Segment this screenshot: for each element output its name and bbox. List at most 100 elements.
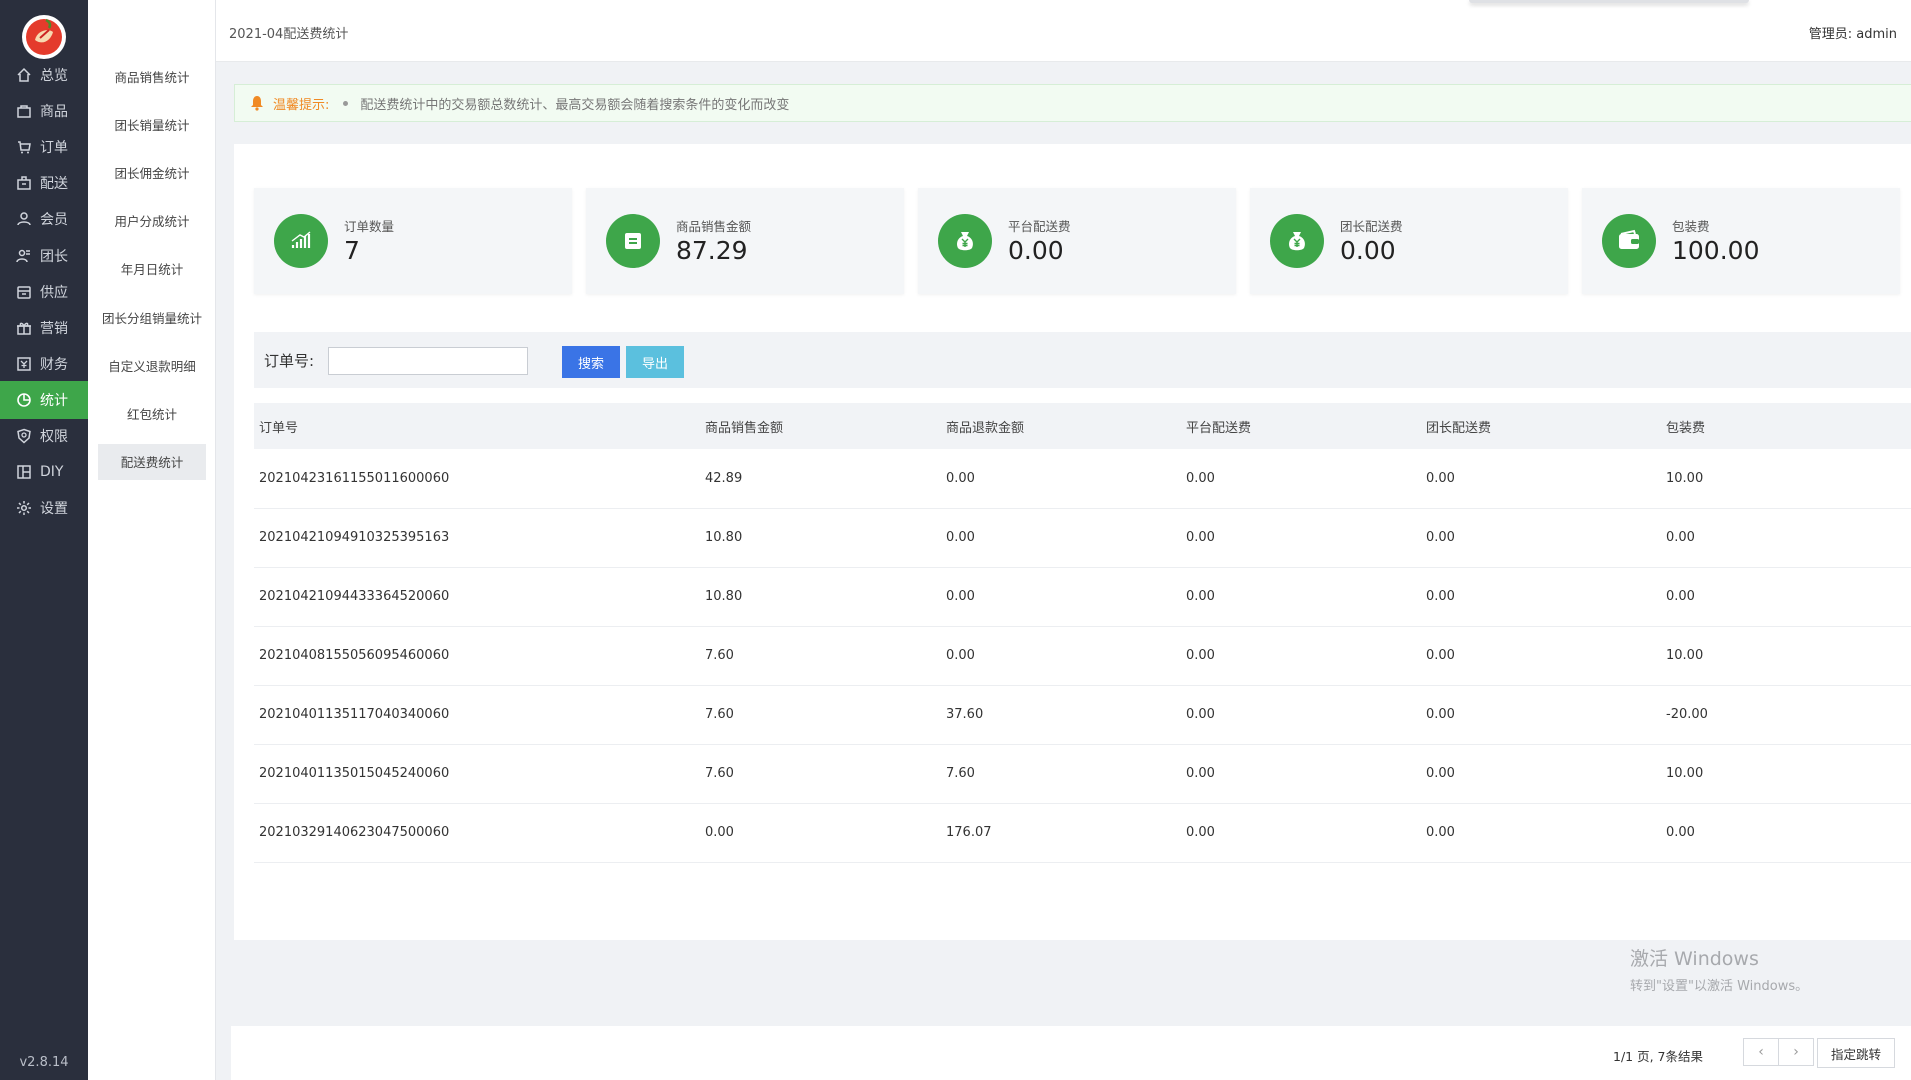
subnav-item-2[interactable]: 团长佣金统计 [98, 154, 206, 190]
bullet-icon [343, 100, 349, 106]
table-row: 20210423161155011600060 42.89 0.00 0.00 0.00… [254, 449, 1911, 508]
jump-to-page-button[interactable]: 指定跳转 [1817, 1038, 1895, 1068]
nav-item-8[interactable]: 财务 [0, 345, 88, 383]
stat-value: 0.00 [1008, 236, 1064, 265]
table-cell: 0.00 [1186, 707, 1215, 722]
stat-title: 商品销售金额 [676, 219, 752, 234]
bell-icon [249, 95, 265, 111]
table-cell: 10.00 [1666, 648, 1704, 663]
stat-title: 团长配送费 [1340, 219, 1403, 234]
nav-item-7[interactable]: 营销 [0, 309, 88, 347]
table-cell: 20210401135117040340060 [259, 707, 450, 722]
chart-icon [16, 392, 32, 408]
export-button[interactable]: 导出 [626, 346, 684, 378]
nav-item-6[interactable]: 供应 [0, 273, 88, 311]
nav-item-label: 权限 [40, 429, 68, 445]
nav-item-0[interactable]: 总览 [0, 56, 88, 94]
table-cell: 0.00 [946, 470, 975, 486]
nav-item-10[interactable]: 权限 [0, 417, 88, 455]
stats-subnav: 商品销售统计 团长销量统计 团长佣金统计 用户分成统计 年月日统计团长分组销量统计 自定义… [88, 0, 216, 1080]
table-cell: 0.00 [1186, 530, 1215, 545]
nav-item-9[interactable]: 统计 [0, 380, 88, 419]
table-cell: 10.00 [1666, 766, 1704, 781]
table-cell: 20210401135015045240060 [259, 766, 450, 781]
home-icon [16, 67, 32, 83]
next-page-button[interactable]: › [1778, 1038, 1814, 1066]
column-header: 平台配送费 [1186, 420, 1252, 436]
table-cell: 0.00 [1426, 589, 1455, 604]
stat-value: 100.00 [1672, 236, 1760, 265]
table-cell: 0.00 [1186, 766, 1215, 781]
stat-card: 团长配送费 0.00 [1250, 188, 1568, 294]
nav-item-label: 财务 [40, 356, 68, 373]
cart-icon [16, 139, 32, 155]
nav-item-12[interactable]: 设置 [0, 489, 88, 527]
table-cell: 10.80 [705, 530, 743, 545]
table-header-row: 订单号 商品销售金额 商品退款金额 平台配送费 团长配送费 包装费 [254, 403, 1911, 449]
subnav-item-4[interactable]: 年月日统计 [98, 251, 206, 287]
subnav-item-8[interactable]: 配送费统计 [98, 443, 206, 480]
table-row: 20210401135117040340060 7.60 37.60 0.00 0.00… [254, 685, 1911, 744]
prev-page-button[interactable]: ‹ [1743, 1038, 1779, 1066]
table-cell: 7.60 [705, 766, 734, 781]
money-bag-icon [938, 214, 992, 268]
table-cell: -20.00 [1666, 707, 1708, 722]
order-number-input[interactable] [328, 347, 528, 375]
table-cell: 176.07 [946, 825, 992, 840]
column-header: 商品退款金额 [946, 420, 1025, 436]
nav-item-4[interactable]: 会员 [0, 200, 88, 238]
nav-item-label: 订单 [40, 140, 68, 157]
nav-item-2[interactable]: 订单 [0, 128, 88, 166]
stat-card: 平台配送费 0.00 [918, 188, 1236, 294]
main-panel: 订单数量 7 商品销售金额 87.29 平台配送费 0.00 团长配送费 0.00 包装费 100… [234, 144, 1911, 940]
tip-message: 配送费统计中的交易额总数统计、最高交易额会随着搜索条件的变化而改变 [360, 97, 790, 113]
nav-item-11[interactable]: DIY [0, 453, 88, 491]
column-header: 包装费 [1666, 420, 1706, 436]
subnav-item-6[interactable]: 自定义退款明细 [98, 347, 206, 383]
column-header: 团长配送费 [1426, 420, 1492, 436]
table-cell: 0.00 [1666, 589, 1695, 604]
money-bag-icon [1270, 214, 1324, 268]
app-logo[interactable] [21, 14, 67, 60]
subnav-item-5[interactable]: 团长分组销量统计 [98, 299, 206, 335]
search-button[interactable]: 搜索 [562, 346, 620, 378]
table-row: 20210408155056095460060 7.60 0.00 0.00 0.00 1… [254, 626, 1911, 685]
table-row: 20210329140623047500060 0.00 176.07 0.00 0.0… [254, 803, 1911, 862]
table-cell: 20210423161155011600060 [259, 470, 450, 486]
stat-value: 87.29 [676, 236, 748, 265]
nav-item-1[interactable]: 商品 [0, 92, 88, 130]
table-cell: 0.00 [946, 530, 975, 545]
nav-item-label: 供应 [40, 284, 68, 301]
stat-title: 包装费 [1672, 219, 1710, 234]
stat-title: 订单数量 [344, 219, 395, 234]
table-cell: 0.00 [1186, 825, 1215, 840]
top-header: 2021-04配送费统计 管理员: admin [216, 0, 1911, 62]
nav-item-5[interactable]: 团长 [0, 237, 88, 275]
stat-title: 平台配送费 [1008, 219, 1071, 234]
subnav-item-0[interactable]: 商品销售统计 [98, 58, 206, 94]
subnav-item-7[interactable]: 红包统计 [98, 395, 206, 431]
subnav-item-1[interactable]: 团长销量统计 [98, 106, 206, 142]
table-cell: 7.60 [946, 766, 975, 781]
admin-user-label[interactable]: 管理员: admin [1809, 23, 1897, 42]
nav-item-label: 总览 [40, 68, 68, 84]
search-bar: 订单号: 搜索 导出 [254, 332, 1911, 388]
gift-icon [16, 320, 32, 336]
table-row: 20210401135015045240060 7.60 7.60 0.00 0.00 1… [254, 744, 1911, 803]
nav-item-label: 商品 [40, 104, 68, 121]
table-cell: 7.60 [705, 707, 734, 722]
table-cell: 0.00 [1186, 470, 1215, 486]
table-cell: 0.00 [946, 589, 975, 604]
nav-item-label: 团长 [40, 248, 68, 265]
nav-item-3[interactable]: 配送 [0, 164, 88, 202]
wallet-icon [1602, 214, 1656, 268]
dropdown-shadow [1469, 0, 1749, 3]
delivery-icon [16, 175, 32, 191]
subnav-item-3[interactable]: 用户分成统计 [98, 203, 206, 239]
watermark-line1: 激活 Windows [1630, 948, 1759, 970]
version-label: v2.8.14 [19, 1055, 69, 1070]
order-number-label: 订单号: [264, 352, 315, 370]
bag-icon [16, 103, 32, 119]
layout-icon [16, 464, 32, 480]
table-cell: 0.00 [1426, 707, 1455, 722]
